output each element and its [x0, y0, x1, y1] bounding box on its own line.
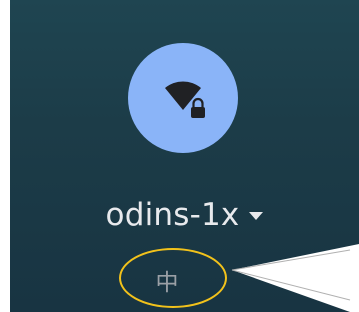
ime-indicator[interactable]: 中	[137, 256, 197, 304]
wifi-locked-icon	[165, 81, 205, 118]
network-selector[interactable]: odins-1x	[10, 190, 359, 240]
network-name: odins-1x	[105, 197, 240, 233]
caret-down-icon[interactable]	[249, 212, 264, 220]
wifi-status-button[interactable]	[128, 43, 238, 153]
